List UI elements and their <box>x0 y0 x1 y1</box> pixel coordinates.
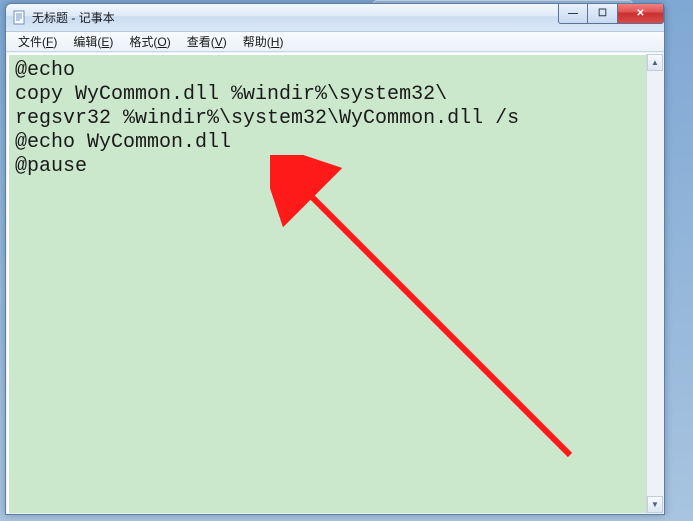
scroll-down-button[interactable]: ▼ <box>647 496 663 513</box>
window-controls: — ☐ ✕ <box>558 4 664 24</box>
titlebar[interactable]: 无标题 - 记事本 — ☐ ✕ <box>6 4 664 32</box>
minimize-button[interactable]: — <box>558 4 588 24</box>
minimize-icon: — <box>568 8 578 19</box>
window-title: 无标题 - 记事本 <box>32 9 115 26</box>
menu-help[interactable]: 帮助(H) <box>235 31 292 52</box>
chevron-down-icon: ▼ <box>651 500 659 509</box>
menubar: 文件(F) 编辑(E) 格式(O) 查看(V) 帮助(H) <box>6 32 664 52</box>
menu-edit[interactable]: 编辑(E) <box>65 31 121 52</box>
close-button[interactable]: ✕ <box>618 4 664 24</box>
close-icon: ✕ <box>636 8 644 19</box>
menu-view[interactable]: 查看(V) <box>179 31 235 52</box>
maximize-button[interactable]: ☐ <box>588 4 618 24</box>
notepad-window: 无标题 - 记事本 — ☐ ✕ 文件(F) 编辑(E) 格式(O) 查看(V) … <box>5 3 665 515</box>
chevron-up-icon: ▲ <box>651 58 659 67</box>
scroll-up-button[interactable]: ▲ <box>647 54 663 71</box>
notepad-icon <box>12 10 28 26</box>
text-editor-area[interactable]: @echo copy WyCommon.dll %windir%\system3… <box>7 53 663 513</box>
menu-file[interactable]: 文件(F) <box>10 31 65 52</box>
maximize-icon: ☐ <box>598 8 607 19</box>
menu-format[interactable]: 格式(O) <box>121 31 178 52</box>
vertical-scrollbar[interactable]: ▲ ▼ <box>646 54 663 513</box>
